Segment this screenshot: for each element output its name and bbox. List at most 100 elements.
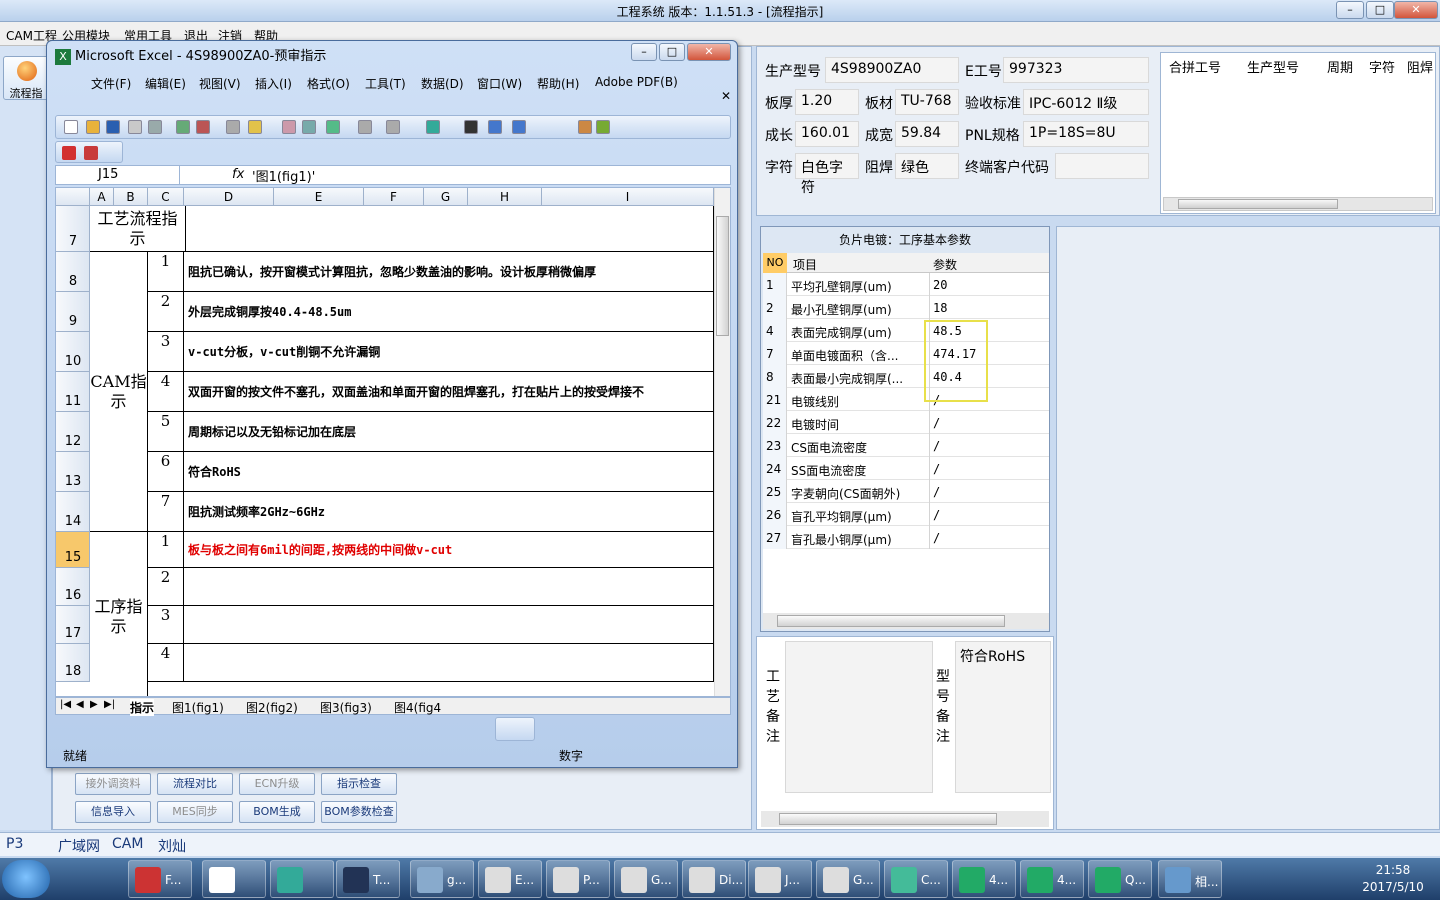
params-row[interactable]: 2 最小孔壁铜厚(um) 18 bbox=[763, 296, 1049, 319]
column-header[interactable]: D bbox=[184, 188, 274, 206]
params-row[interactable]: 4 表面完成铜厚(um) 48.5 bbox=[763, 319, 1049, 342]
undo-icon[interactable] bbox=[386, 120, 400, 134]
params-scrollbar[interactable] bbox=[763, 613, 1049, 629]
task-app-p[interactable] bbox=[270, 860, 334, 898]
group-process-flow[interactable]: 工艺流程指示 bbox=[90, 206, 186, 252]
params-row[interactable]: 27 盲孔最小铜厚(μm) / bbox=[763, 526, 1049, 549]
excel-maximize-button[interactable]: □ bbox=[659, 43, 685, 61]
redo-icon[interactable] bbox=[426, 120, 440, 134]
material-field[interactable]: TU-768 bbox=[895, 89, 959, 115]
item-text[interactable]: 阻抗测试频率2GHz~6GHz bbox=[184, 492, 714, 532]
task-g2[interactable]: G... bbox=[614, 860, 678, 898]
open-icon[interactable] bbox=[86, 120, 100, 134]
scroll-thumb[interactable] bbox=[716, 216, 729, 336]
params-grid[interactable]: NO 项目 参数 1 平均孔壁铜厚(um) 20 2 最小孔壁铜厚(um) 18 4 表面完成… bbox=[763, 253, 1049, 613]
pnl-field[interactable]: 1P=18S=8U bbox=[1023, 121, 1149, 147]
pdf-mail-icon[interactable] bbox=[84, 146, 98, 160]
tab-fig1[interactable]: 图1(fig1) bbox=[172, 699, 224, 716]
page-selector[interactable]: P3 bbox=[6, 836, 23, 852]
flow-compare-button[interactable]: 流程对比 bbox=[157, 773, 233, 795]
params-row[interactable]: 26 盲孔平均铜厚(μm) / bbox=[763, 503, 1049, 526]
item-text[interactable]: 阻抗已确认，按开窗模式计算阻抗，忽略少数盖油的影响。设计板厚稍微偏厚 bbox=[184, 252, 714, 292]
standard-field[interactable]: IPC-6012 Ⅱ级 bbox=[1023, 89, 1149, 115]
sort-asc-icon[interactable] bbox=[488, 120, 502, 134]
item-number[interactable]: 2 bbox=[148, 292, 184, 332]
params-row[interactable]: 1 平均孔壁铜厚(um) 20 bbox=[763, 273, 1049, 296]
task-word[interactable]: 相... bbox=[1158, 860, 1222, 898]
group-cam-instructions[interactable]: CAM指示 bbox=[90, 252, 148, 532]
row-header[interactable]: 14 bbox=[56, 492, 90, 532]
item-text[interactable]: 符合RoHS bbox=[184, 452, 714, 492]
mask-field[interactable]: 绿色 bbox=[895, 153, 959, 179]
row-header[interactable]: 13 bbox=[56, 452, 90, 492]
item-number[interactable]: 6 bbox=[148, 452, 184, 492]
column-header[interactable]: E bbox=[274, 188, 364, 206]
paste-icon[interactable] bbox=[326, 120, 340, 134]
excel-workbook-close-icon[interactable]: ✕ bbox=[721, 89, 731, 103]
name-box[interactable]: J15 bbox=[56, 166, 180, 184]
params-row[interactable]: 25 字麦朝向(CS面朝外) / bbox=[763, 480, 1049, 503]
maximize-button[interactable]: □ bbox=[1366, 1, 1394, 19]
spelling-icon[interactable] bbox=[226, 120, 240, 134]
tab-next-icon[interactable]: ▶ bbox=[90, 699, 98, 710]
process-memo-field[interactable] bbox=[785, 641, 933, 793]
format-painter-icon[interactable] bbox=[358, 120, 372, 134]
excel-menu-tools[interactable]: 工具(T) bbox=[365, 75, 406, 92]
pdf-icon[interactable] bbox=[62, 146, 76, 160]
task-di[interactable]: Di... bbox=[682, 860, 746, 898]
item-number[interactable]: 7 bbox=[148, 492, 184, 532]
column-header[interactable]: A bbox=[90, 188, 114, 206]
column-header[interactable]: G bbox=[424, 188, 468, 206]
link-user[interactable]: 刘灿 bbox=[158, 836, 186, 856]
scroll-thumb[interactable] bbox=[777, 615, 1005, 627]
row-header[interactable]: 16 bbox=[56, 568, 90, 606]
instruction-check-button[interactable]: 指示检查 bbox=[321, 773, 397, 795]
column-header[interactable]: B bbox=[114, 188, 148, 206]
permission-icon[interactable] bbox=[128, 120, 142, 134]
column-header[interactable]: C bbox=[148, 188, 184, 206]
excel-menu-help[interactable]: 帮助(H) bbox=[537, 75, 579, 92]
thickness-field[interactable]: 1.20 bbox=[795, 89, 859, 115]
item-number[interactable]: 5 bbox=[148, 412, 184, 452]
width-field[interactable]: 59.84 bbox=[895, 121, 959, 147]
sort-desc-icon[interactable] bbox=[512, 120, 526, 134]
select-all-corner[interactable] bbox=[56, 188, 90, 206]
new-icon[interactable] bbox=[64, 120, 78, 134]
excel-menu-data[interactable]: 数据(D) bbox=[421, 75, 464, 92]
model-field[interactable]: 4S98900ZA0 bbox=[825, 57, 959, 83]
item-text[interactable]: v-cut分板，v-cut削铜不允许漏铜 bbox=[184, 332, 714, 372]
fx-icon[interactable]: fx bbox=[232, 167, 244, 182]
merge-col-number[interactable]: 合拼工号 bbox=[1169, 57, 1221, 76]
group-process-instructions[interactable]: 工序指示 bbox=[90, 532, 148, 696]
row-header[interactable]: 8 bbox=[56, 252, 90, 292]
merge-col-model[interactable]: 生产型号 bbox=[1247, 57, 1299, 76]
task-c[interactable]: C... bbox=[884, 860, 948, 898]
excel-menu-insert[interactable]: 插入(I) bbox=[255, 75, 292, 92]
item-number[interactable]: 4 bbox=[148, 644, 184, 682]
task-p[interactable]: P... bbox=[546, 860, 610, 898]
length-field[interactable]: 160.01 bbox=[795, 121, 859, 147]
research-icon[interactable] bbox=[248, 120, 262, 134]
chart-icon[interactable] bbox=[578, 120, 592, 134]
excel-menu-window[interactable]: 窗口(W) bbox=[477, 75, 522, 92]
close-button[interactable]: ✕ bbox=[1394, 1, 1438, 19]
task-e[interactable]: E... bbox=[478, 860, 542, 898]
excel-menu-format[interactable]: 格式(O) bbox=[307, 75, 350, 92]
merge-col-period[interactable]: 周期 bbox=[1327, 57, 1353, 76]
excel-menu-edit[interactable]: 编辑(E) bbox=[145, 75, 186, 92]
task-excel-1[interactable]: 4... bbox=[952, 860, 1016, 898]
bom-generate-button[interactable]: BOM生成 bbox=[239, 801, 315, 823]
item-number[interactable]: 1 bbox=[148, 252, 184, 292]
row-header[interactable]: 15 bbox=[56, 532, 90, 568]
model-memo-field[interactable]: 符合RoHS bbox=[955, 641, 1051, 793]
row-header[interactable]: 12 bbox=[56, 412, 90, 452]
merge-col-mask[interactable]: 阻焊 bbox=[1407, 57, 1433, 76]
scroll-thumb[interactable] bbox=[1178, 199, 1338, 209]
info-import-button[interactable]: 信息导入 bbox=[75, 801, 151, 823]
task-excel-2[interactable]: 4... bbox=[1020, 860, 1084, 898]
cell-c7[interactable] bbox=[186, 206, 714, 252]
tab-prev-icon[interactable]: ◀ bbox=[76, 699, 84, 710]
e-number-field[interactable]: 997323 bbox=[1003, 57, 1149, 83]
task-app[interactable]: F... bbox=[128, 860, 192, 898]
task-g3[interactable]: G... bbox=[816, 860, 880, 898]
